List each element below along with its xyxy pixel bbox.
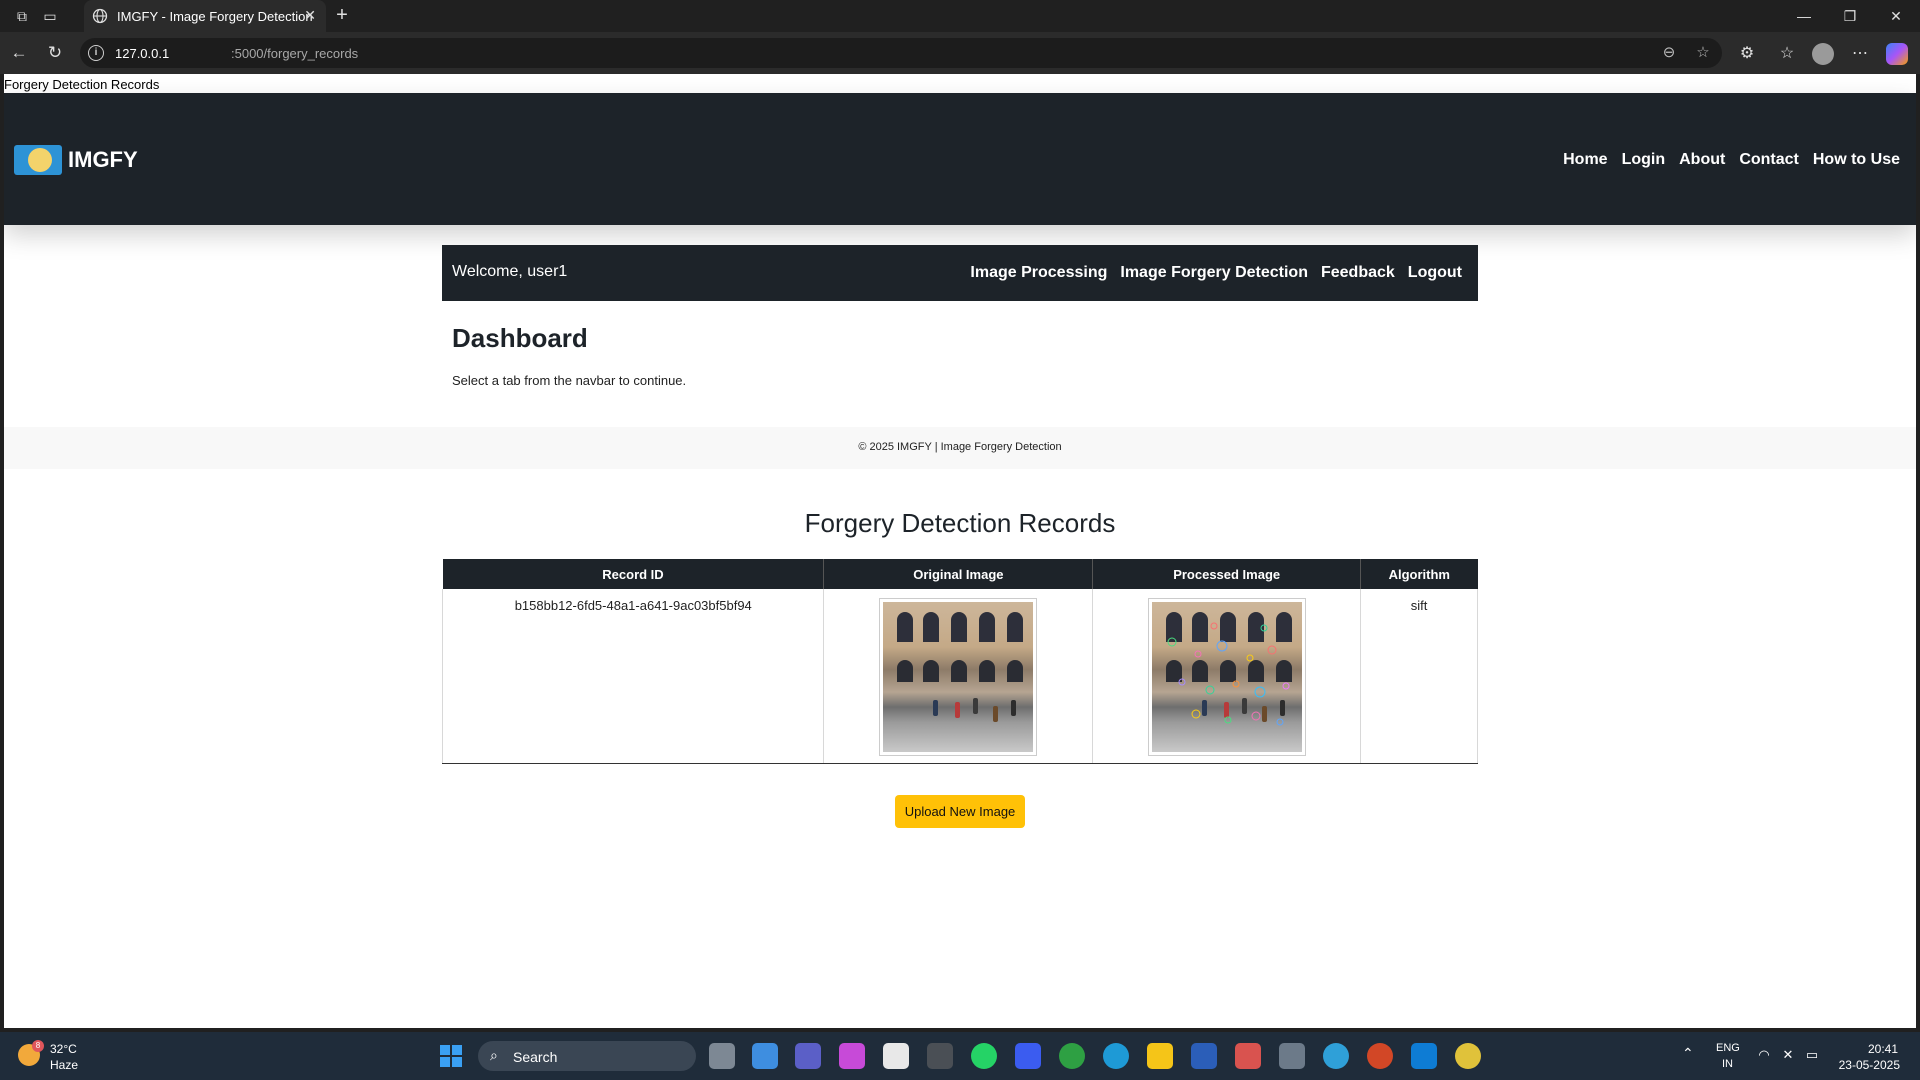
minimize-icon[interactable]: —: [1794, 6, 1814, 26]
volume-muted-icon[interactable]: ✕: [1780, 1047, 1796, 1063]
page-viewport: Forgery Detection Records IMGFY Home Log…: [4, 74, 1916, 1028]
records-table: Record ID Original Image Processed Image…: [441, 559, 1478, 764]
language-top[interactable]: ENG: [1716, 1042, 1740, 1054]
header-original-image: Original Image: [823, 559, 1094, 589]
show-hidden-icons-icon[interactable]: ⌃: [1682, 1045, 1694, 1062]
tab-title: IMGFY - Image Forgery Detection: [117, 9, 313, 24]
pen-app-icon[interactable]: [1015, 1043, 1041, 1069]
site-header: IMGFY Home Login About Contact How to Us…: [4, 93, 1916, 225]
teams-icon[interactable]: [795, 1043, 821, 1069]
unity-icon[interactable]: [927, 1043, 953, 1069]
dashboard-title: Dashboard: [452, 323, 588, 353]
footer: © 2025 IMGFY | Image Forgery Detection: [4, 427, 1916, 469]
nav-login[interactable]: Login: [1622, 151, 1666, 169]
restore-icon[interactable]: ❐: [1840, 6, 1860, 26]
brand-name[interactable]: IMGFY: [68, 147, 138, 173]
more-options-icon[interactable]: ⋯: [1850, 44, 1870, 64]
weather-badge: 8: [32, 1040, 44, 1052]
clock-time[interactable]: 20:41: [1868, 1042, 1898, 1056]
address-bar[interactable]: i 127.0.0.1 :5000/forgery_records ⊖ ☆: [80, 38, 1722, 68]
favorites-icon[interactable]: ☆: [1777, 44, 1797, 64]
cell-processed-image: [1092, 589, 1362, 764]
nav-image-forgery-detection[interactable]: Image Forgery Detection: [1120, 264, 1308, 282]
header-processed-image: Processed Image: [1092, 559, 1362, 589]
nav-home[interactable]: Home: [1563, 151, 1607, 169]
wifi-icon[interactable]: ◠: [1756, 1047, 1772, 1063]
zoom-icon[interactable]: ⊖: [1660, 44, 1678, 62]
vscode-icon[interactable]: [1411, 1043, 1437, 1069]
copilot-icon[interactable]: [1886, 43, 1908, 65]
url-host: 127.0.0.1: [115, 46, 170, 61]
language-bottom[interactable]: IN: [1722, 1058, 1733, 1070]
close-tab-icon[interactable]: ✕: [304, 7, 316, 24]
back-icon[interactable]: ←: [9, 43, 29, 63]
calculator-icon[interactable]: [1279, 1043, 1305, 1069]
profile-avatar-icon[interactable]: [1812, 43, 1834, 65]
tab-actions-icon[interactable]: ▭: [42, 8, 58, 24]
cell-algorithm: sift: [1360, 589, 1478, 764]
task-view-icon[interactable]: [709, 1043, 735, 1069]
nav-logout[interactable]: Logout: [1408, 264, 1462, 282]
main-nav: Home Login About Contact How to Use: [1563, 151, 1900, 169]
document-title-text: Forgery Detection Records: [4, 77, 160, 92]
cell-record-id: b158bb12-6fd5-48a1-a641-9ac03bf5bf94: [441, 589, 825, 764]
notepad-icon[interactable]: [752, 1043, 778, 1069]
nav-how-to-use[interactable]: How to Use: [1813, 151, 1900, 169]
nav-image-processing[interactable]: Image Processing: [970, 264, 1107, 282]
keypoint-overlay: [1167, 622, 1290, 726]
upload-new-image-button[interactable]: Upload New Image: [895, 795, 1025, 828]
records-title: Forgery Detection Records: [804, 508, 1116, 538]
refresh-icon[interactable]: ↻: [45, 43, 65, 63]
new-tab-icon[interactable]: +: [332, 5, 352, 25]
site-info-icon[interactable]: i: [88, 45, 104, 61]
weather-temperature[interactable]: 32°C: [50, 1042, 77, 1056]
weather-condition[interactable]: Haze: [50, 1058, 78, 1072]
table-row: b158bb12-6fd5-48a1-a641-9ac03bf5bf94 sif…: [441, 589, 1478, 764]
clock-date[interactable]: 23-05-2025: [1839, 1058, 1900, 1072]
close-window-icon[interactable]: ✕: [1886, 6, 1906, 26]
powerpoint-icon[interactable]: [1367, 1043, 1393, 1069]
building-photo-processed: [1151, 602, 1302, 752]
battery-icon[interactable]: ▭: [1804, 1047, 1820, 1063]
copilot-app-icon[interactable]: [839, 1043, 865, 1069]
search-label: Search: [513, 1049, 558, 1065]
xbox-icon[interactable]: [1059, 1043, 1085, 1069]
snipping-tool-icon[interactable]: [1235, 1043, 1261, 1069]
processed-image-thumbnail[interactable]: [1147, 598, 1306, 756]
dashboard-nav: Image Processing Image Forgery Detection…: [970, 264, 1462, 282]
table-header-row: Record ID Original Image Processed Image…: [442, 559, 1478, 589]
store-icon[interactable]: [883, 1043, 909, 1069]
extensions-icon[interactable]: ⚙: [1737, 44, 1757, 64]
network-app-icon[interactable]: [1323, 1043, 1349, 1069]
file-explorer-icon[interactable]: [1147, 1043, 1173, 1069]
header-algorithm: Algorithm: [1360, 559, 1478, 589]
browser-tab-active[interactable]: IMGFY - Image Forgery Detection ✕: [84, 0, 326, 32]
taskbar-search[interactable]: ⌕ Search: [478, 1041, 696, 1071]
logo-icon[interactable]: [14, 145, 62, 175]
cell-original-image: [823, 589, 1094, 764]
globe-icon: [92, 8, 108, 24]
nav-contact[interactable]: Contact: [1739, 151, 1799, 169]
edge-icon[interactable]: [1103, 1043, 1129, 1069]
browser-titlebar: ⧉ ▭ IMGFY - Image Forgery Detection ✕ + …: [0, 0, 1920, 32]
nav-feedback[interactable]: Feedback: [1321, 264, 1395, 282]
browser-toolbar: ← ↻ i 127.0.0.1 :5000/forgery_records ⊖ …: [0, 32, 1920, 74]
windows-taskbar: 8 32°C Haze ⌕ Search ⌃ ENG IN ◠ ✕ ▭ 20:4…: [0, 1032, 1920, 1080]
whatsapp-icon[interactable]: [971, 1043, 997, 1069]
building-photo: [883, 602, 1034, 752]
footer-text: © 2025 IMGFY | Image Forgery Detection: [858, 441, 1062, 453]
dashboard-subtitle: Select a tab from the navbar to continue…: [452, 373, 687, 388]
original-image-thumbnail[interactable]: [879, 598, 1038, 756]
url-path: :5000/forgery_records: [231, 46, 359, 61]
favorite-star-icon[interactable]: ☆: [1694, 44, 1712, 62]
chrome-icon[interactable]: [1455, 1043, 1481, 1069]
header-record-id: Record ID: [442, 559, 825, 589]
welcome-text: Welcome, user1: [452, 263, 568, 280]
windows-start-icon[interactable]: [440, 1045, 462, 1067]
dashboard-navbar: Welcome, user1 Image Processing Image Fo…: [442, 245, 1478, 301]
word-icon[interactable]: [1191, 1043, 1217, 1069]
nav-about[interactable]: About: [1679, 151, 1725, 169]
workspaces-icon[interactable]: ⧉: [14, 8, 30, 24]
search-icon: ⌕: [490, 1047, 498, 1063]
